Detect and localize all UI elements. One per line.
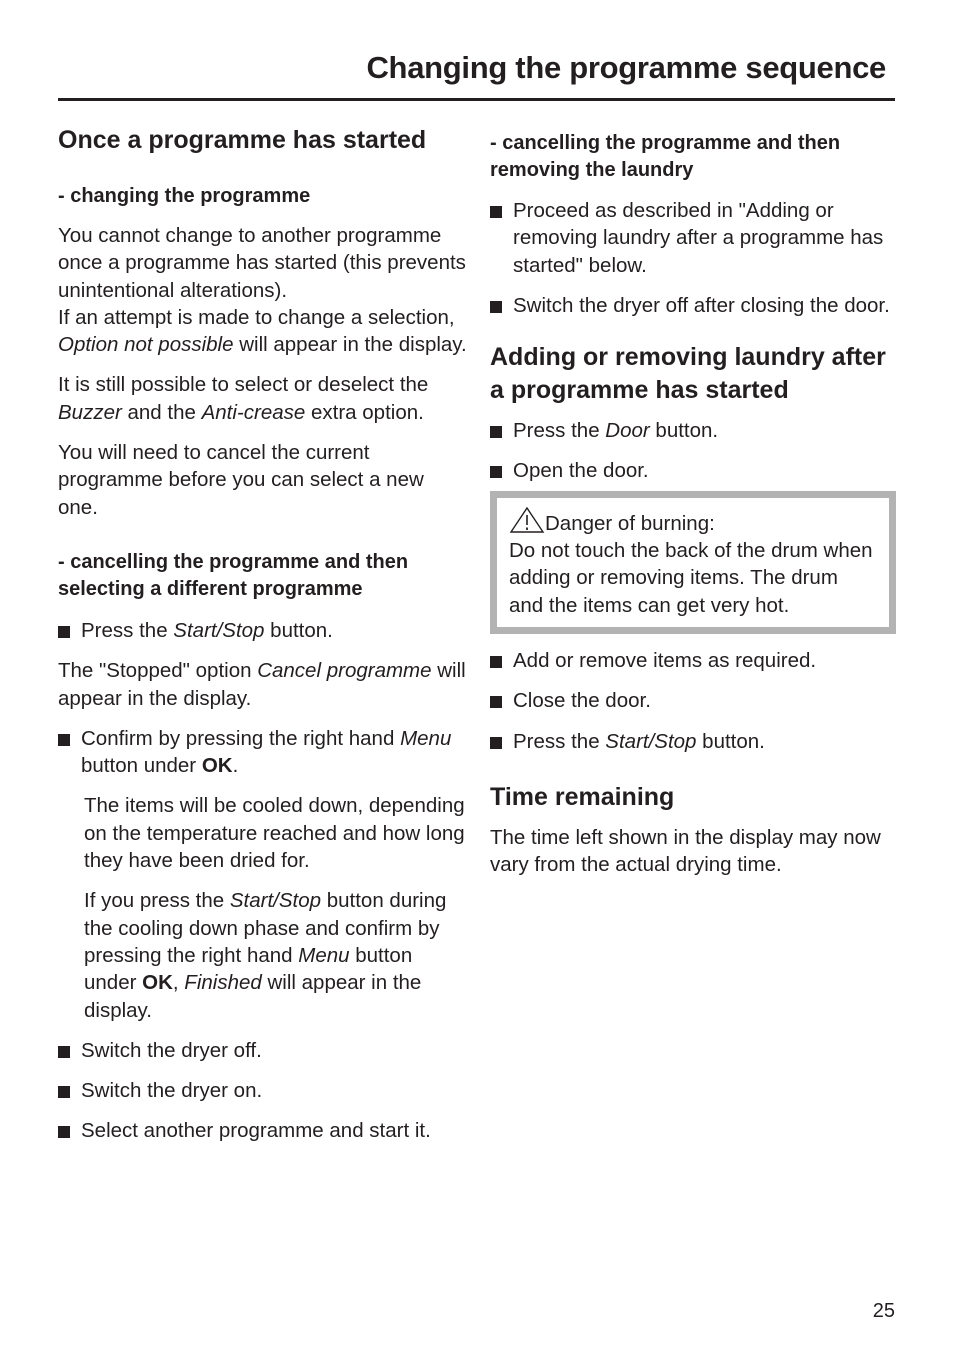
- list-item: Proceed as described in "Adding or remov…: [490, 197, 896, 279]
- list-item: Confirm by pressing the right hand Menu …: [58, 725, 468, 780]
- indented-paragraph: The items will be cooled down, depending…: [84, 794, 465, 873]
- warning-title: Danger of burning:: [545, 511, 715, 535]
- list-item: Close the door.: [490, 687, 896, 714]
- subheading-changing-programme: - changing the programme: [58, 185, 311, 207]
- list-item: Open the door.: [490, 457, 896, 484]
- page-number: 25: [872, 1300, 895, 1322]
- list-item: Add or remove items as required.: [490, 647, 896, 674]
- list-item: Switch the dryer off after closing the d…: [490, 292, 896, 319]
- right-column: - cancelling the programme and then remo…: [490, 122, 896, 878]
- paragraph: You cannot change to another programme o…: [58, 224, 467, 357]
- section-heading-time-remaining: Time remaining: [490, 782, 675, 811]
- indented-paragraph: If you press the Start/Stop button durin…: [84, 889, 447, 1022]
- list-item: Press the Start/Stop button.: [490, 728, 896, 755]
- warning-triangle-icon: [509, 506, 545, 533]
- paragraph: It is still possible to select or desele…: [58, 373, 429, 424]
- subheading-cancelling-remove: - cancelling the programme and then remo…: [490, 132, 841, 181]
- left-column: Once a programme has started - changing …: [58, 122, 468, 1145]
- paragraph: You will need to cancel the current prog…: [58, 441, 424, 519]
- paragraph: The time left shown in the display may n…: [490, 825, 881, 877]
- warning-box: Danger of burning: Do not touch the back…: [490, 490, 896, 634]
- list-item: Press the Door button.: [490, 417, 896, 444]
- warning-text: Do not touch the back of the drum when a…: [509, 539, 873, 617]
- section-heading-adding-removing: Adding or removing laundry after a progr…: [490, 343, 886, 405]
- list-item: Switch the dryer on.: [58, 1077, 468, 1104]
- list-item: Select another programme and start it.: [58, 1117, 468, 1144]
- page-title: Changing the programme sequence: [366, 50, 886, 85]
- title-rule: [58, 98, 895, 101]
- paragraph: The "Stopped" option Cancel programme wi…: [58, 659, 466, 710]
- list-item: Switch the dryer off.: [58, 1037, 468, 1064]
- list-item: Press the Start/Stop button.: [58, 617, 468, 644]
- subheading-cancelling-select: - cancelling the programme and then sele…: [58, 550, 409, 600]
- section-heading-once-started: Once a programme has started: [58, 126, 427, 154]
